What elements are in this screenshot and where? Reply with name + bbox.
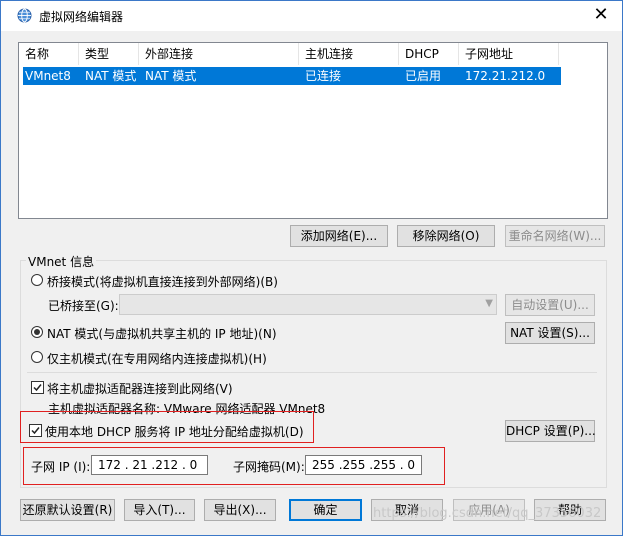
nat-mode-label[interactable]: NAT 模式(与虚拟机共享主机的 IP 地址)(N) bbox=[47, 325, 277, 342]
window-title: 虚拟网络编辑器 bbox=[39, 10, 124, 24]
host-only-radio[interactable] bbox=[31, 351, 43, 363]
nat-settings-button[interactable]: NAT 设置(S)... bbox=[505, 322, 595, 344]
table-row[interactable]: VMnet8 NAT 模式 NAT 模式 已连接 已启用 172.21.212.… bbox=[23, 67, 561, 85]
host-only-label[interactable]: 仅主机模式(在专用网络内连接虚拟机)(H) bbox=[47, 350, 267, 367]
ok-button[interactable]: 确定 bbox=[289, 499, 362, 521]
connect-adapter-checkbox[interactable] bbox=[31, 381, 44, 394]
column-header-subnet[interactable]: 子网地址 bbox=[459, 43, 559, 65]
cell-external: NAT 模式 bbox=[145, 69, 197, 83]
remove-network-button[interactable]: 移除网络(O) bbox=[397, 225, 495, 247]
network-globe-icon bbox=[17, 8, 32, 23]
cell-host: 已连接 bbox=[305, 69, 342, 83]
column-header-dhcp[interactable]: DHCP bbox=[399, 43, 459, 65]
dhcp-settings-button[interactable]: DHCP 设置(P)... bbox=[505, 420, 596, 442]
import-button[interactable]: 导入(T)... bbox=[124, 499, 195, 521]
subnet-mask-label: 子网掩码(M): bbox=[233, 460, 305, 474]
nat-mode-radio[interactable] bbox=[31, 326, 43, 338]
vmnet-info-label: VMnet 信息 bbox=[26, 253, 97, 270]
cell-dhcp: 已启用 bbox=[405, 69, 442, 83]
checkmark-icon bbox=[31, 427, 40, 435]
cell-name: VMnet8 bbox=[25, 69, 71, 83]
network-list[interactable]: 名称 类型 外部连接 主机连接 DHCP 子网地址 VMnet8 NAT 模式 … bbox=[18, 42, 608, 219]
subnet-mask-input[interactable]: 255 .255 .255 . 0 bbox=[305, 455, 422, 475]
add-network-button[interactable]: 添加网络(E)... bbox=[290, 225, 388, 247]
watermark-text: https://blog.csdn.net/qq_37356032 bbox=[373, 506, 602, 521]
column-header-type[interactable]: 类型 bbox=[79, 43, 139, 65]
rename-network-button[interactable]: 重命名网络(W)... bbox=[505, 225, 605, 247]
bridged-mode-radio[interactable] bbox=[31, 274, 43, 286]
bridged-mode-label[interactable]: 桥接模式(将虚拟机直接连接到外部网络)(B) bbox=[47, 273, 278, 290]
checkmark-icon bbox=[33, 384, 42, 392]
subnet-ip-label: 子网 IP (I): bbox=[31, 460, 91, 474]
use-dhcp-label[interactable]: 使用本地 DHCP 服务将 IP 地址分配给虚拟机(D) bbox=[45, 423, 304, 440]
list-header: 名称 类型 外部连接 主机连接 DHCP 子网地址 bbox=[19, 43, 607, 65]
subnet-ip-input[interactable]: 172 . 21 .212 . 0 bbox=[91, 455, 208, 475]
column-header-host[interactable]: 主机连接 bbox=[299, 43, 399, 65]
virtual-network-editor-window: 虚拟网络编辑器 ✕ 名称 类型 外部连接 主机连接 DHCP 子网地址 VMne… bbox=[0, 0, 623, 536]
radio-selected-dot bbox=[34, 329, 40, 335]
export-button[interactable]: 导出(X)... bbox=[204, 499, 276, 521]
bridged-to-label: 已桥接至(G): bbox=[48, 299, 119, 313]
cell-subnet: 172.21.212.0 bbox=[465, 69, 546, 83]
cell-type: NAT 模式 bbox=[85, 69, 137, 83]
column-header-external[interactable]: 外部连接 bbox=[139, 43, 299, 65]
restore-defaults-button[interactable]: 还原默认设置(R) bbox=[20, 499, 115, 521]
connect-adapter-label[interactable]: 将主机虚拟适配器连接到此网络(V) bbox=[47, 380, 233, 397]
use-dhcp-checkbox[interactable] bbox=[29, 424, 42, 437]
auto-settings-button[interactable]: 自动设置(U)... bbox=[505, 294, 595, 316]
column-header-name[interactable]: 名称 bbox=[19, 43, 79, 65]
close-icon[interactable]: ✕ bbox=[590, 5, 612, 25]
title-bar: 虚拟网络编辑器 ✕ bbox=[1, 1, 622, 31]
divider bbox=[27, 372, 597, 373]
chevron-down-icon: ▼ bbox=[485, 298, 493, 309]
bridged-to-select[interactable]: ▼ bbox=[119, 294, 497, 315]
